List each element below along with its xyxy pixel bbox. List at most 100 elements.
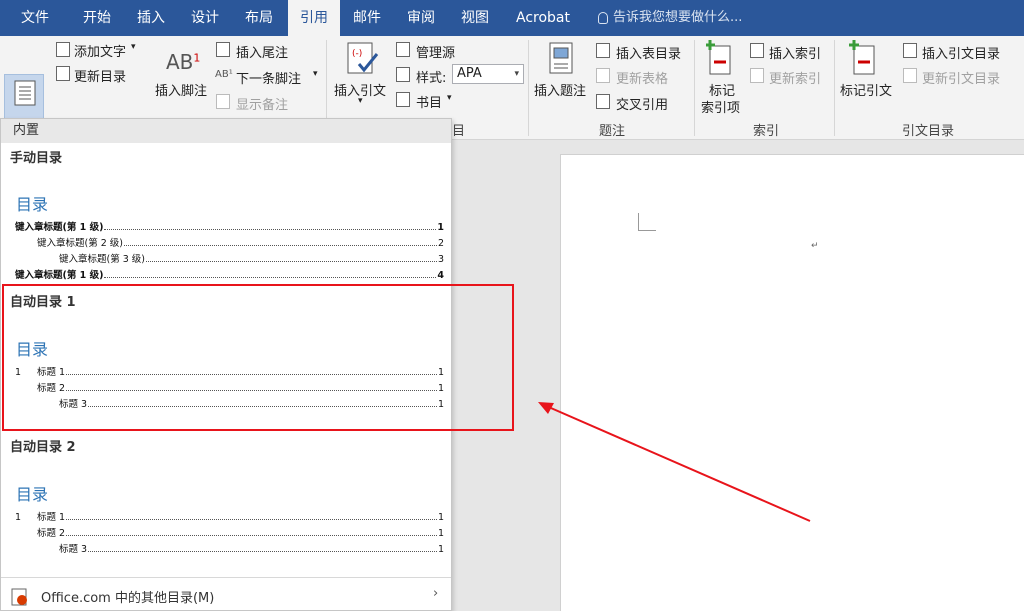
tab-view[interactable]: 视图 (448, 0, 502, 36)
show-notes-icon (216, 94, 230, 109)
toc-preview-line: 键入章标题(第 2 级) 2 (37, 235, 444, 249)
show-notes-button[interactable]: 显示备注 (236, 94, 288, 113)
table-of-figures-icon (596, 43, 610, 58)
group-separator (528, 40, 529, 136)
highlight-box (2, 284, 514, 431)
toc-line-page: 1 (437, 512, 444, 523)
toc-preview-heading: 目录 (16, 485, 49, 504)
mark-citation-icon (849, 40, 875, 75)
tab-file[interactable]: 文件 (8, 0, 62, 36)
toc-preview-line: 键入章标题(第 1 级) 1 (15, 219, 444, 233)
toc-line-text: 键入章标题(第 1 级) (15, 222, 104, 233)
office-more-tocs-item[interactable]: Office.com 中的其他目录(M) › (1, 580, 451, 611)
mark-citation-button[interactable]: 标记引文 (840, 80, 892, 99)
toc-icon (14, 80, 36, 106)
style-select-value: APA (457, 66, 482, 81)
toc-line-text: 标题 3 (59, 544, 88, 555)
bibliography-button[interactable]: 书目 (416, 92, 442, 111)
chevron-down-icon: ▾ (447, 93, 452, 103)
gallery-item-title: 自动目录 2 (10, 440, 76, 455)
insert-footnote-icon: AB1 (166, 50, 200, 74)
update-index-button[interactable]: 更新索引 (769, 68, 821, 87)
lightbulb-icon (598, 11, 608, 24)
insert-index-icon (750, 43, 764, 58)
cross-reference-icon (596, 94, 610, 109)
toc-line-page: 1 (437, 528, 444, 539)
insert-caption-button[interactable]: 插入题注 (534, 80, 586, 99)
style-label: 样式: (416, 71, 447, 86)
insert-endnote-button[interactable]: 插入尾注 (236, 42, 288, 61)
style-icon (396, 67, 410, 82)
toc-line-page: 1 (437, 544, 444, 555)
office-more-tocs-label: Office.com 中的其他目录(M) (41, 591, 215, 606)
toc-line-text: 键入章标题(第 3 级) (59, 254, 145, 265)
toc-line-page: 1 (437, 222, 444, 233)
gallery-header: 内置 (1, 119, 451, 143)
update-index-icon (750, 68, 764, 83)
index-group-label: 索引 (752, 124, 779, 139)
table-of-authorities-icon (903, 43, 917, 58)
group-separator (834, 40, 835, 136)
tab-home[interactable]: 开始 (70, 0, 124, 36)
update-table-button[interactable]: 更新表格 (616, 68, 668, 87)
ab-superscript: 1 (193, 51, 201, 65)
toc-preview-line: 1 标题 1 1 (15, 509, 444, 523)
mark-entry-icon (706, 40, 731, 75)
insert-endnote-icon (216, 42, 230, 57)
insert-citation-icon: (-) (347, 42, 379, 74)
tab-design[interactable]: 设计 (178, 0, 232, 36)
chevron-right-icon: › (433, 586, 439, 601)
next-footnote-icon: AB¹ (215, 69, 233, 80)
document-page[interactable]: ↵ (560, 154, 1024, 611)
tab-layout[interactable]: 布局 (232, 0, 286, 36)
toc-preview-line: 标题 3 1 (59, 541, 444, 555)
authorities-group-label: 引文目录 (901, 124, 954, 139)
manage-sources-button[interactable]: 管理源 (416, 42, 455, 61)
chevron-down-icon: ▾ (514, 69, 519, 79)
svg-text:(-): (-) (352, 49, 362, 59)
ribbon-tab-bar: 文件 开始 插入 设计 布局 引用 邮件 审阅 视图 Acrobat 告诉我您想… (0, 0, 1024, 36)
style-select[interactable]: APA ▾ (452, 64, 524, 84)
toc-line-page: 2 (437, 238, 444, 249)
update-table-icon (596, 68, 610, 83)
tab-mailings[interactable]: 邮件 (340, 0, 394, 36)
caption-group-label: 题注 (598, 124, 625, 139)
chevron-down-icon: ▾ (358, 96, 363, 106)
toc-preview-line: 键入章标题(第 3 级) 3 (59, 251, 444, 265)
annotation-arrow-icon (538, 402, 811, 522)
add-text-button[interactable]: 添加文字 (74, 41, 126, 60)
chevron-down-icon: ▾ (313, 69, 318, 79)
mark-entry-label-2[interactable]: 索引项 (701, 97, 740, 116)
toc-line-page: 4 (437, 270, 444, 281)
update-authorities-button[interactable]: 更新引文目录 (922, 68, 1000, 87)
toc-preview-line: 键入章标题(第 1 级) 4 (15, 267, 444, 281)
toc-preview-line: 标题 2 1 (37, 525, 444, 539)
insert-table-of-figures-button[interactable]: 插入表目录 (616, 43, 681, 62)
bibliography-icon (396, 92, 410, 107)
tab-references[interactable]: 引用 (288, 0, 340, 36)
tab-acrobat[interactable]: Acrobat (508, 0, 578, 36)
insert-table-of-authorities-button[interactable]: 插入引文目录 (922, 43, 1000, 62)
insert-index-button[interactable]: 插入索引 (769, 43, 821, 62)
toc-line-text: 标题 2 (37, 528, 66, 539)
toc-line-text: 键入章标题(第 2 级) (37, 238, 123, 249)
group-separator (694, 40, 695, 136)
paragraph-mark: ↵ (811, 241, 819, 251)
cross-reference-button[interactable]: 交叉引用 (616, 94, 668, 113)
insert-footnote-button[interactable]: 插入脚注 (155, 80, 207, 99)
tab-review[interactable]: 审阅 (394, 0, 448, 36)
tab-insert[interactable]: 插入 (124, 0, 178, 36)
citation-group-label: 引文与书目 (452, 120, 472, 139)
toc-line-text: 标题 1 (37, 512, 66, 523)
update-toc-icon (56, 66, 70, 81)
update-authorities-icon (903, 68, 917, 83)
toc-line-page: 3 (437, 254, 444, 265)
update-toc-button[interactable]: 更新目录 (74, 66, 126, 85)
office-com-icon (11, 588, 27, 606)
margin-corner-mark (638, 213, 656, 231)
tell-me-box[interactable]: 告诉我您想要做什么... (598, 0, 742, 36)
chevron-down-icon: ▾ (131, 42, 136, 52)
gallery-item-title: 手动目录 (10, 151, 63, 166)
next-footnote-button[interactable]: 下一条脚注 (236, 68, 301, 87)
add-text-icon (56, 42, 70, 57)
